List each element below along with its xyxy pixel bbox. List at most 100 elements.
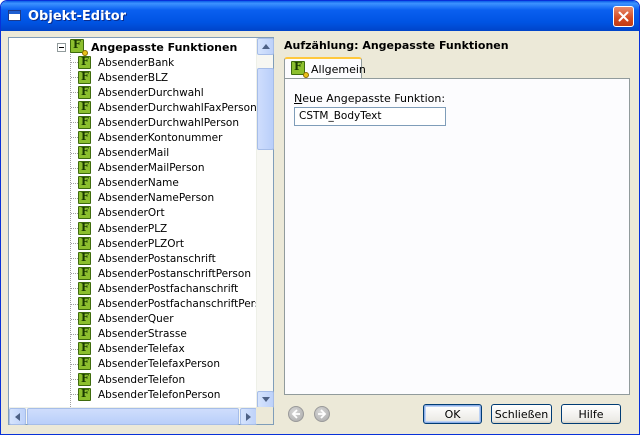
tree-item[interactable]: F AbsenderPLZOrt [67,236,257,251]
tree-item[interactable]: F AbsenderName [67,175,257,191]
collapse-toggle-icon[interactable] [57,42,66,52]
help-button-label: Hilfe [578,407,604,421]
function-icon: F [78,266,92,281]
function-icon: F [78,326,92,341]
tree-item[interactable]: F AbsenderQuer [67,311,257,327]
tree-item-label: AbsenderPLZOrt [98,237,184,250]
tree-item-label: AbsenderTelefaxPerson [98,358,220,371]
vertical-scroll-thumb[interactable] [257,68,274,150]
tree-item-label: AbsenderDurchwahl [98,86,204,99]
function-tab-icon: F [291,60,309,78]
tree-root-node[interactable]: F Angepasste Funktionen [57,38,238,56]
scroll-right-button[interactable] [240,408,257,425]
scroll-left-button[interactable] [9,408,26,425]
tree-item-label: AbsenderPLZ [98,222,168,235]
tab-allgemein[interactable]: F Allgemein [284,57,366,79]
function-icon: F [78,145,92,160]
tree-item[interactable]: F AbsenderDurchwahl [67,85,257,100]
tree-item-label: AbsenderKontonummer [98,132,223,145]
function-icon: F [78,372,92,387]
details-heading: Aufzählung: Angepasste Funktionen [284,39,509,52]
function-icon: F [78,55,92,70]
tree-item-label: AbsenderStrasse [98,328,187,341]
function-icon: F [78,160,92,175]
tree-item[interactable]: F AbsenderNamePerson [67,190,257,206]
function-icon: F [78,387,92,402]
title-bar: Objekt-Editor [1,1,639,31]
tree-item[interactable]: F AbsenderMailPerson [67,160,257,176]
function-icon: F [78,311,92,326]
scroll-up-button[interactable] [257,38,274,55]
tree-item[interactable]: F AbsenderDurchwahlPerson [67,115,257,130]
chevron-down-icon [261,397,270,402]
scroll-down-button[interactable] [257,391,274,408]
chevron-up-icon [261,44,270,49]
tree-item-label: AbsenderMailPerson [98,162,205,175]
tree-item[interactable]: F AbsenderTelefax [67,341,257,357]
tree-item[interactable]: F AbsenderPostanschrift [67,251,257,266]
app-window-icon [7,8,23,24]
tree-item-list: F AbsenderBank F AbsenderBLZ F AbsenderDurchw… [67,55,257,402]
tab-label: Allgemein [311,62,366,76]
tree-item-label: AbsenderDurchwahlFaxPerson [98,101,257,114]
tree-item[interactable]: F AbsenderPLZ [67,221,257,236]
tree-item-label: AbsenderPostanschriftPerson [98,267,251,280]
label-accelerator: N [294,92,303,105]
function-icon: F [78,205,92,220]
tree-item[interactable]: F AbsenderKontonummer [67,130,257,145]
tree-item-label: AbsenderPostfachanschrift [98,282,239,295]
ok-button-label: OK [444,407,461,421]
tree-horizontal-scrollbar[interactable] [9,407,257,425]
function-icon: F [78,236,92,251]
tree-viewport: F Angepasste Funktionen F AbsenderBank F Ab… [9,38,257,408]
function-icon: F [78,341,92,356]
tree-item[interactable]: F AbsenderPostfachanschriftPers [67,296,257,312]
arrow-left-icon [291,409,300,419]
function-icon: F [78,221,92,236]
help-button[interactable]: Hilfe [561,404,621,424]
close-window-button[interactable] [613,6,634,27]
tree-item[interactable]: F AbsenderDurchwahlFaxPerson [67,100,257,115]
tree-item[interactable]: F AbsenderTelefaxPerson [67,356,257,372]
tree-root-label: Angepasste Funktionen [91,40,238,54]
tree-item-label: AbsenderTelefax [98,343,185,356]
tree-item-label: AbsenderTelefonPerson [98,388,221,401]
tree-item[interactable]: F AbsenderPostanschriftPerson [67,266,257,281]
close-button[interactable]: Schließen [491,404,552,424]
arrow-right-icon [318,409,327,419]
tree-vertical-scrollbar[interactable] [256,38,274,408]
tree-item[interactable]: F AbsenderBank [67,55,257,70]
tree-item[interactable]: F AbsenderOrt [67,205,257,221]
function-name-field[interactable]: CSTM_BodyText [294,107,446,126]
tree-item[interactable]: F AbsenderStrasse [67,326,257,342]
function-icon: F [78,251,92,266]
tree-item-label: AbsenderNamePerson [98,192,215,205]
tree-item[interactable]: F AbsenderMail [67,145,257,161]
tree-item-label: AbsenderBank [98,56,175,69]
tree-item[interactable]: F AbsenderPostfachanschrift [67,281,257,296]
tree-item-label: AbsenderDurchwahlPerson [98,116,240,129]
tree-item-label: AbsenderOrt [98,207,165,220]
functions-tree[interactable]: F Angepasste Funktionen F AbsenderBank F Ab… [8,37,274,425]
function-icon: F [78,190,92,205]
function-icon: F [78,115,92,130]
function-icon: F [78,281,92,296]
window-title: Objekt-Editor [28,8,127,24]
tree-item[interactable]: F AbsenderTelefonPerson [67,387,257,402]
horizontal-scroll-thumb[interactable] [27,408,239,425]
function-icon: F [78,356,92,371]
function-folder-icon: F [70,38,88,56]
tree-item[interactable]: F AbsenderTelefon [67,372,257,387]
label-text: eue Angepasste Funktion: [302,92,446,105]
function-icon: F [78,100,92,115]
tree-item-label: AbsenderQuer [98,313,174,326]
tree-item[interactable]: F AbsenderBLZ [67,70,257,85]
tree-item-label: AbsenderName [98,177,179,190]
function-name-label: Neue Angepasste Funktion: [294,92,445,105]
tree-item-label: AbsenderBLZ [98,71,169,84]
chevron-right-icon [246,412,251,421]
ok-button[interactable]: OK [423,404,482,424]
back-nav-button[interactable] [288,406,304,422]
chevron-left-icon [15,412,20,421]
forward-nav-button[interactable] [314,406,330,422]
